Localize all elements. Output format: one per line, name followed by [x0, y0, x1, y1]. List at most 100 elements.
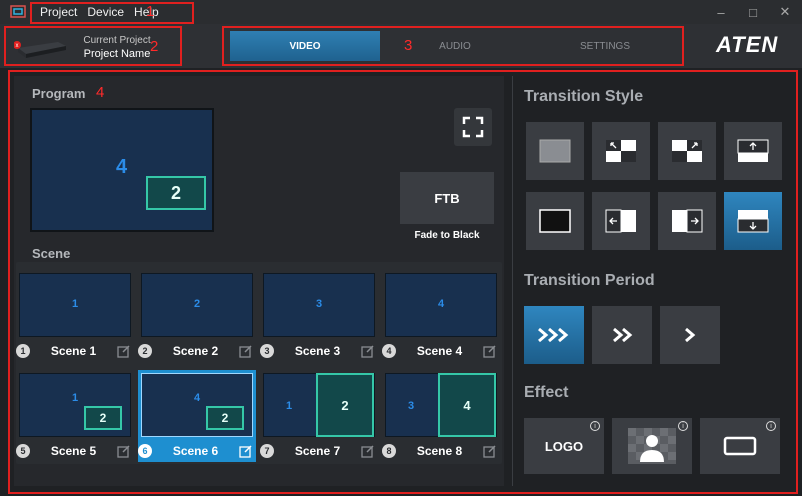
scene-main-source: 4	[438, 298, 445, 310]
program-main-source: 4	[116, 156, 128, 178]
scene-name: Scene 6	[172, 444, 219, 458]
scene-name: Scene 1	[50, 344, 97, 358]
edit-icon[interactable]	[117, 344, 131, 358]
logo-effect-button[interactable]: LOGO i	[524, 418, 604, 474]
cut-icon	[539, 209, 571, 233]
scene-card-4[interactable]: 4 4 Scene 4	[382, 270, 500, 362]
slide-left-icon	[605, 209, 636, 233]
scene-footer: 8 Scene 8	[382, 440, 500, 462]
fullscreen-button[interactable]	[454, 108, 492, 146]
transition-style-button-7[interactable]	[658, 192, 716, 250]
chroma-key-effect-button[interactable]: i	[612, 418, 692, 474]
fade-icon	[539, 139, 571, 163]
logo-effect-label: LOGO	[544, 438, 584, 454]
scene-footer: 2 Scene 2	[138, 340, 256, 362]
slide-right-icon	[672, 209, 703, 233]
program-title: Program	[32, 86, 86, 101]
scene-card-3[interactable]: 3 3 Scene 3	[260, 270, 378, 362]
scene-title: Scene	[32, 246, 71, 261]
transition-style-button-3[interactable]	[658, 122, 716, 180]
scene-name: Scene 5	[50, 444, 97, 458]
scene-name: Scene 2	[172, 344, 219, 358]
scene-preview: 12	[263, 373, 375, 437]
scene-preview: 12	[19, 373, 131, 437]
scene-main-source: 1	[72, 298, 79, 310]
tab-video[interactable]: VIDEO	[230, 31, 380, 61]
scene-footer: 6 Scene 6	[138, 440, 256, 462]
scene-index-badge: 5	[16, 444, 30, 458]
menu-bar: Project Device Help	[40, 0, 159, 24]
fade-to-black-caption: Fade to Black	[414, 230, 480, 241]
info-icon[interactable]: i	[590, 421, 600, 431]
scene-preview: 42	[141, 373, 253, 437]
scene-card-6[interactable]: 4 2 6 Scene 6	[138, 370, 256, 462]
tab-audio[interactable]: AUDIO	[380, 31, 530, 61]
program-pip-source: 2	[146, 176, 206, 210]
menu-device[interactable]: Device	[87, 5, 124, 19]
border-effect-button[interactable]: i	[700, 418, 780, 474]
scene-pip-source: 2	[206, 406, 244, 430]
medium-icon	[613, 327, 633, 343]
info-icon[interactable]: i	[678, 421, 688, 431]
scene-card-1[interactable]: 1 1 Scene 1	[16, 270, 134, 362]
edit-icon[interactable]	[483, 344, 497, 358]
scene-index-badge: 1	[16, 344, 30, 358]
transition-style-title: Transition Style	[524, 88, 644, 105]
transition-style-button-5[interactable]	[526, 192, 584, 250]
svg-text:x: x	[16, 43, 19, 49]
edit-icon[interactable]	[361, 444, 375, 458]
scene-index-badge: 4	[382, 344, 396, 358]
wipe-top-left-icon	[606, 140, 636, 162]
scene-index-badge: 7	[260, 444, 274, 458]
app-icon	[10, 5, 26, 18]
menu-project[interactable]: Project	[40, 5, 77, 19]
scene-card-2[interactable]: 2 2 Scene 2	[138, 270, 256, 362]
annotation-label-3: 3	[404, 37, 413, 54]
fade-to-black-button[interactable]: FTB	[400, 172, 494, 224]
period-fast-button[interactable]	[524, 306, 584, 364]
scene-pip-source: 4	[438, 373, 496, 437]
edit-icon[interactable]	[361, 344, 375, 358]
scene-main-source: 2	[194, 298, 201, 310]
transition-period-title: Transition Period	[524, 272, 655, 289]
scene-name: Scene 8	[416, 444, 463, 458]
project-name[interactable]: Project Name	[82, 48, 152, 60]
title-bar: Project Device Help – □ ✕	[0, 0, 802, 24]
annotation-label-4: 4	[96, 84, 105, 101]
fast-icon	[538, 327, 569, 343]
scene-main-source: 3	[408, 400, 415, 412]
scene-name: Scene 4	[416, 344, 463, 358]
transition-style-button-1[interactable]	[526, 122, 584, 180]
scene-preview: 34	[385, 373, 497, 437]
scene-card-5[interactable]: 1 2 5 Scene 5	[16, 370, 134, 462]
tab-settings[interactable]: SETTINGS	[530, 31, 680, 61]
panel-divider	[512, 76, 513, 486]
period-medium-button[interactable]	[592, 306, 652, 364]
close-button[interactable]: ✕	[770, 0, 800, 24]
edit-icon[interactable]	[239, 444, 253, 458]
edit-icon[interactable]	[239, 344, 253, 358]
scene-index-badge: 6	[138, 444, 152, 458]
scene-name: Scene 7	[294, 444, 341, 458]
scene-card-7[interactable]: 1 2 7 Scene 7	[260, 370, 378, 462]
period-slow-button[interactable]	[660, 306, 720, 364]
transition-style-button-6[interactable]	[592, 192, 650, 250]
program-preview: 4 2	[30, 108, 214, 232]
border-icon	[723, 436, 757, 456]
edit-icon[interactable]	[483, 444, 497, 458]
minimize-button[interactable]: –	[706, 0, 736, 24]
current-project-label: Current Project	[83, 35, 151, 46]
fullscreen-icon	[462, 116, 484, 138]
device-image: x	[14, 41, 66, 58]
chroma-key-icon	[628, 428, 676, 464]
scene-card-8[interactable]: 3 4 8 Scene 8	[382, 370, 500, 462]
info-icon[interactable]: i	[766, 421, 776, 431]
scene-pip-source: 2	[84, 406, 122, 430]
transition-style-button-2[interactable]	[592, 122, 650, 180]
maximize-button[interactable]: □	[738, 0, 768, 24]
transition-style-button-8[interactable]	[724, 192, 782, 250]
slow-icon	[685, 327, 696, 343]
edit-icon[interactable]	[117, 444, 131, 458]
scene-main-source: 1	[72, 392, 79, 404]
transition-style-button-4[interactable]	[724, 122, 782, 180]
